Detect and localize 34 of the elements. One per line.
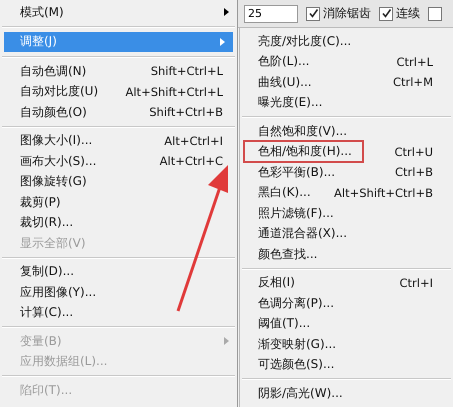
checkbox-label: 消除锯齿 xyxy=(323,5,371,22)
menu-item[interactable]: 裁切(R)... xyxy=(0,212,237,233)
tolerance-field[interactable]: 25 xyxy=(244,4,298,22)
menu-item[interactable]: 阈值(T)... xyxy=(240,314,453,334)
menu-item[interactable]: 可选颜色(S)... xyxy=(240,354,453,375)
menu-item[interactable]: 曝光度(E)... xyxy=(240,92,453,113)
menu-item[interactable]: 裁剪(P) xyxy=(0,192,237,212)
menu-item[interactable]: 计算(C)... xyxy=(0,302,237,323)
menu-item[interactable]: 反相(I) Ctrl+I xyxy=(240,272,453,293)
menu-item[interactable]: 模式(M) xyxy=(0,2,237,22)
menu-item[interactable]: 自然饱和度(V)... xyxy=(240,121,453,142)
menu-item[interactable]: 渐变映射(G)... xyxy=(240,334,453,354)
menu-item[interactable]: 色调分离(P)... xyxy=(240,293,453,314)
menu-item[interactable]: 曲线(U)... Ctrl+M xyxy=(240,72,453,92)
menu-item[interactable]: 颜色查找... xyxy=(240,244,453,264)
menu-item[interactable]: 照片滤镜(F)... xyxy=(240,203,453,224)
menu-item[interactable]: 阴影/高光(W)... xyxy=(240,383,453,404)
menu-item[interactable]: 自动色调(N) Shift+Ctrl+L xyxy=(0,61,237,82)
checkbox[interactable] xyxy=(428,6,442,20)
menu-item[interactable]: 应用图像(Y)... xyxy=(0,282,237,302)
menu-item[interactable]: 图像旋转(G) xyxy=(0,172,237,192)
checkbox[interactable] xyxy=(379,6,393,20)
menu-item[interactable]: 色彩平衡(B)... Ctrl+B xyxy=(240,162,453,182)
menu-item[interactable]: 亮度/对比度(C)... xyxy=(240,31,453,52)
checkbox-label: 连续 xyxy=(396,5,420,22)
menu-item[interactable]: 复制(D)... xyxy=(0,262,237,282)
menu-item[interactable]: 自动对比度(U) Alt+Shift+Ctrl+L xyxy=(0,82,237,102)
checkbox[interactable] xyxy=(306,6,320,20)
menu-item[interactable]: 色阶(L)... Ctrl+L xyxy=(240,52,453,72)
menu-item[interactable]: 图像大小(I)... Alt+Ctrl+I xyxy=(0,130,237,151)
menu-item[interactable]: 自动颜色(O) Shift+Ctrl+B xyxy=(0,102,237,122)
menu-item[interactable]: 通道混合器(X)... xyxy=(240,224,453,244)
menu-item[interactable]: 画布大小(S)... Alt+Ctrl+C xyxy=(0,151,237,172)
menu-item[interactable]: 黑白(K)... Alt+Shift+Ctrl+B xyxy=(240,182,453,203)
